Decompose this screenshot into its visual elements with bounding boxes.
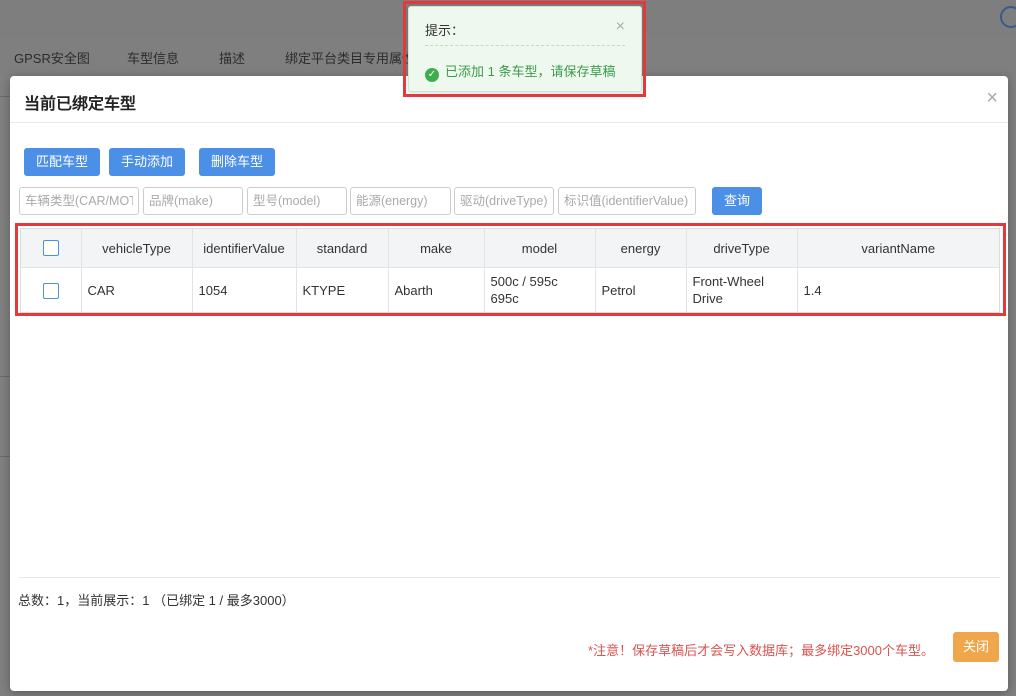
column-header: make bbox=[388, 229, 485, 268]
search-button[interactable]: 查询 bbox=[712, 187, 763, 215]
identifier-filter-input[interactable] bbox=[558, 187, 696, 215]
modal-close-icon[interactable]: × bbox=[986, 88, 998, 108]
toast-title: 提示： bbox=[425, 23, 465, 38]
toast-divider bbox=[425, 45, 625, 46]
cell-standard: KTYPE bbox=[296, 267, 389, 312]
success-toast: 提示： × ✓ 已添加 1 条车型，请保存草稿 bbox=[408, 6, 642, 92]
tab-vehicle-info: 车型信息 bbox=[127, 51, 180, 66]
cell-model: 500c / 595c 695c bbox=[484, 267, 596, 312]
cell-energy: Petrol bbox=[595, 267, 687, 312]
model-filter-input[interactable] bbox=[247, 187, 347, 215]
manual-add-button[interactable]: 手动添加 bbox=[109, 148, 186, 176]
match-vehicles-button[interactable]: 匹配车型 bbox=[24, 148, 101, 176]
column-header: driveType bbox=[686, 229, 798, 268]
footer-divider bbox=[18, 577, 1000, 578]
energy-filter-input[interactable] bbox=[350, 187, 451, 215]
column-header: identifierValue bbox=[192, 229, 297, 268]
cell-vehicle-type: CAR bbox=[81, 267, 193, 312]
tab-gpsr: GPSR安全图 bbox=[14, 51, 90, 66]
row-select-cell bbox=[21, 267, 82, 312]
bound-count-summary: 总数：1，当前展示：1 （已绑定 1 / 最多3000） bbox=[18, 593, 295, 608]
make-filter-input[interactable] bbox=[143, 187, 243, 215]
toast-message: 已添加 1 条车型，请保存草稿 bbox=[445, 64, 616, 79]
cell-identifier-value: 1054 bbox=[192, 267, 297, 312]
table-header-row: vehicleType identifierValue standard mak… bbox=[21, 229, 999, 268]
vehicle-type-filter-input[interactable] bbox=[19, 187, 139, 215]
close-button[interactable]: 关闭 bbox=[952, 632, 999, 662]
drive-type-filter-input[interactable] bbox=[454, 187, 554, 215]
column-header: model bbox=[484, 229, 596, 268]
tab-bind-platform-attributes: 绑定平台类目专用属性 bbox=[285, 51, 416, 66]
tab-description: 描述 bbox=[219, 51, 246, 66]
cell-drive-type: Front-Wheel Drive bbox=[686, 267, 798, 312]
background-divider bbox=[0, 456, 10, 457]
user-avatar-icon bbox=[1000, 6, 1016, 28]
modal-title: 当前已绑定车型 bbox=[24, 96, 137, 113]
background-divider bbox=[0, 96, 10, 97]
column-header: vehicleType bbox=[81, 229, 193, 268]
column-header: standard bbox=[296, 229, 389, 268]
save-warning-note: *注意！保存草稿后才会写入数据库；最多绑定3000个车型。 bbox=[588, 643, 934, 658]
column-header: variantName bbox=[797, 229, 999, 268]
bound-vehicles-modal: 当前已绑定车型 × 匹配车型 手动添加 删除车型 查询 vehicleType … bbox=[10, 76, 1008, 691]
table-row[interactable]: CAR 1054 KTYPE Abarth 500c / 595c 695c P… bbox=[21, 267, 999, 312]
toast-close-icon[interactable]: × bbox=[616, 18, 625, 36]
cell-make: Abarth bbox=[388, 267, 485, 312]
background-divider bbox=[0, 376, 10, 377]
column-header: energy bbox=[595, 229, 687, 268]
delete-vehicles-button[interactable]: 删除车型 bbox=[199, 148, 276, 176]
cell-variant-name: 1.4 bbox=[803, 282, 822, 298]
select-all-checkbox[interactable] bbox=[42, 240, 59, 257]
row-checkbox[interactable] bbox=[42, 282, 59, 299]
check-circle-icon: ✓ bbox=[425, 68, 439, 82]
vehicles-table: vehicleType identifierValue standard mak… bbox=[20, 228, 1000, 313]
select-all-cell bbox=[21, 229, 82, 268]
toast-message-row: ✓ 已添加 1 条车型，请保存草稿 bbox=[425, 61, 615, 82]
